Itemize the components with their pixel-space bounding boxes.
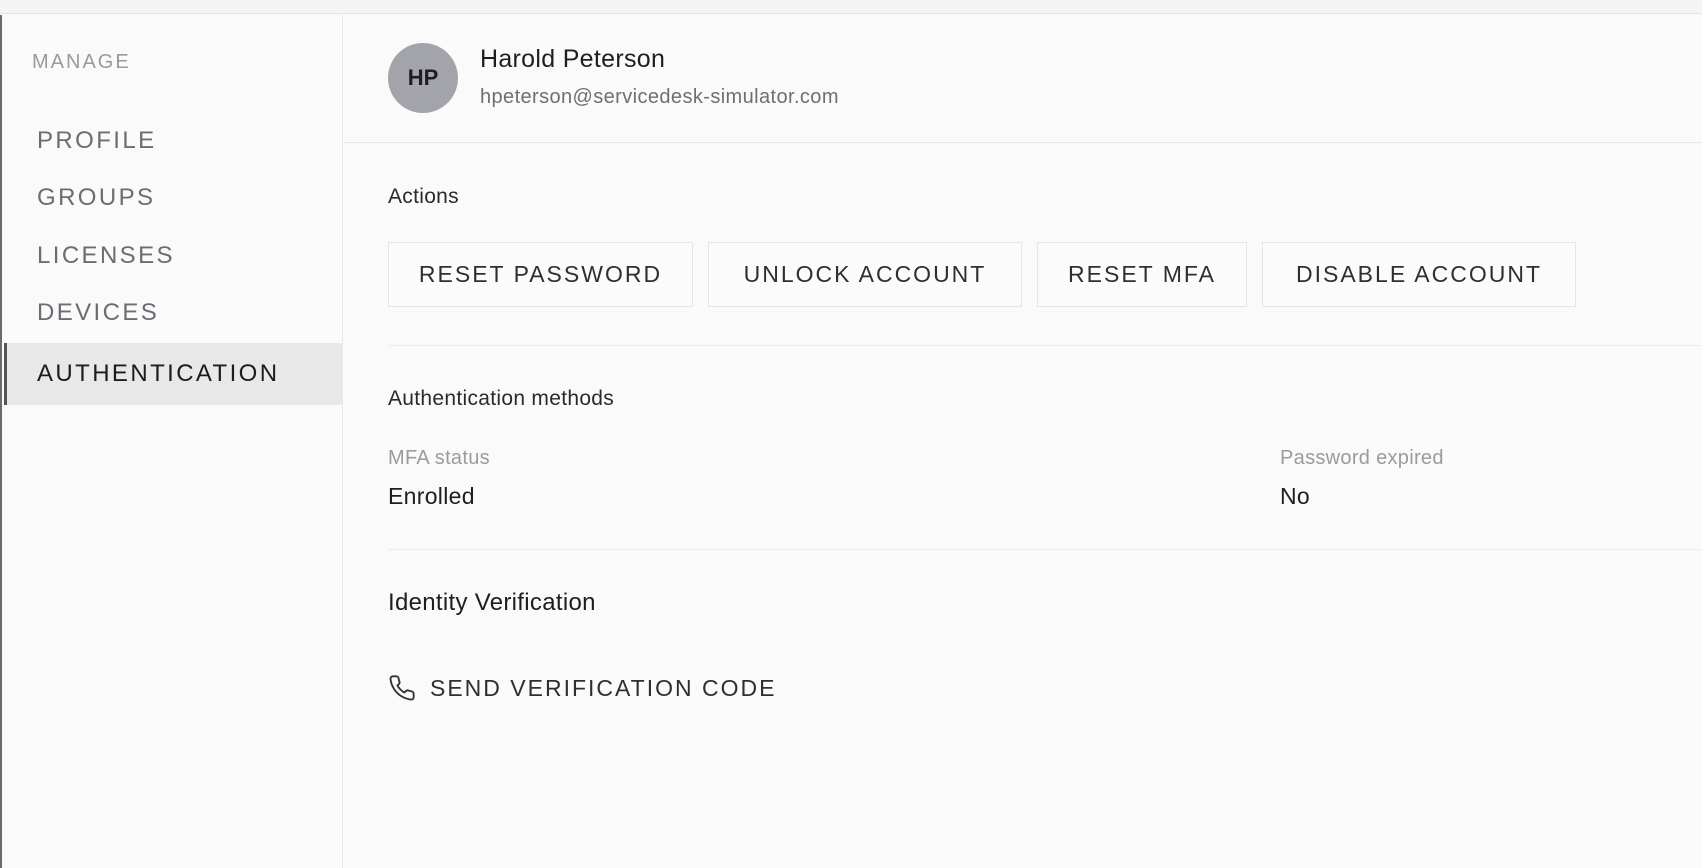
mfa-status-value: Enrolled: [388, 483, 475, 509]
user-email: hpeterson@servicedesk-simulator.com: [480, 86, 839, 108]
user-header: HP Harold Peterson hpeterson@servicedesk…: [344, 15, 1702, 143]
sidebar: MANAGE PROFILE GROUPS LICENSES DEVICES A…: [0, 15, 343, 868]
auth-methods-title: Authentication methods: [388, 387, 615, 410]
user-name: Harold Peterson: [480, 45, 666, 73]
mfa-status-label: MFA status: [388, 447, 490, 469]
send-verification-code-label: SEND VERIFICATION CODE: [430, 674, 777, 701]
identity-verification-title: Identity Verification: [388, 589, 596, 616]
reset-mfa-button[interactable]: RESET MFA: [1037, 242, 1247, 307]
password-expired-value: No: [1280, 483, 1311, 509]
sidebar-item-groups[interactable]: GROUPS: [4, 167, 343, 229]
top-bar: [0, 0, 1702, 14]
send-verification-code-button[interactable]: SEND VERIFICATION CODE: [388, 670, 776, 706]
sidebar-item-profile[interactable]: PROFILE: [4, 110, 343, 172]
phone-icon: [388, 674, 416, 702]
sidebar-item-devices[interactable]: DEVICES: [4, 282, 343, 344]
reset-password-button[interactable]: RESET PASSWORD: [388, 242, 693, 307]
password-expired-label: Password expired: [1280, 447, 1444, 469]
main-content: HP Harold Peterson hpeterson@servicedesk…: [344, 15, 1702, 868]
divider: [388, 549, 1702, 550]
actions-title: Actions: [388, 185, 459, 208]
avatar: HP: [388, 43, 458, 113]
unlock-account-button[interactable]: UNLOCK ACCOUNT: [708, 242, 1022, 307]
disable-account-button[interactable]: DISABLE ACCOUNT: [1262, 242, 1576, 307]
divider: [388, 345, 1702, 346]
sidebar-item-licenses[interactable]: LICENSES: [4, 225, 343, 287]
sidebar-item-authentication[interactable]: AUTHENTICATION: [4, 343, 343, 405]
sidebar-heading: MANAGE: [32, 51, 131, 73]
